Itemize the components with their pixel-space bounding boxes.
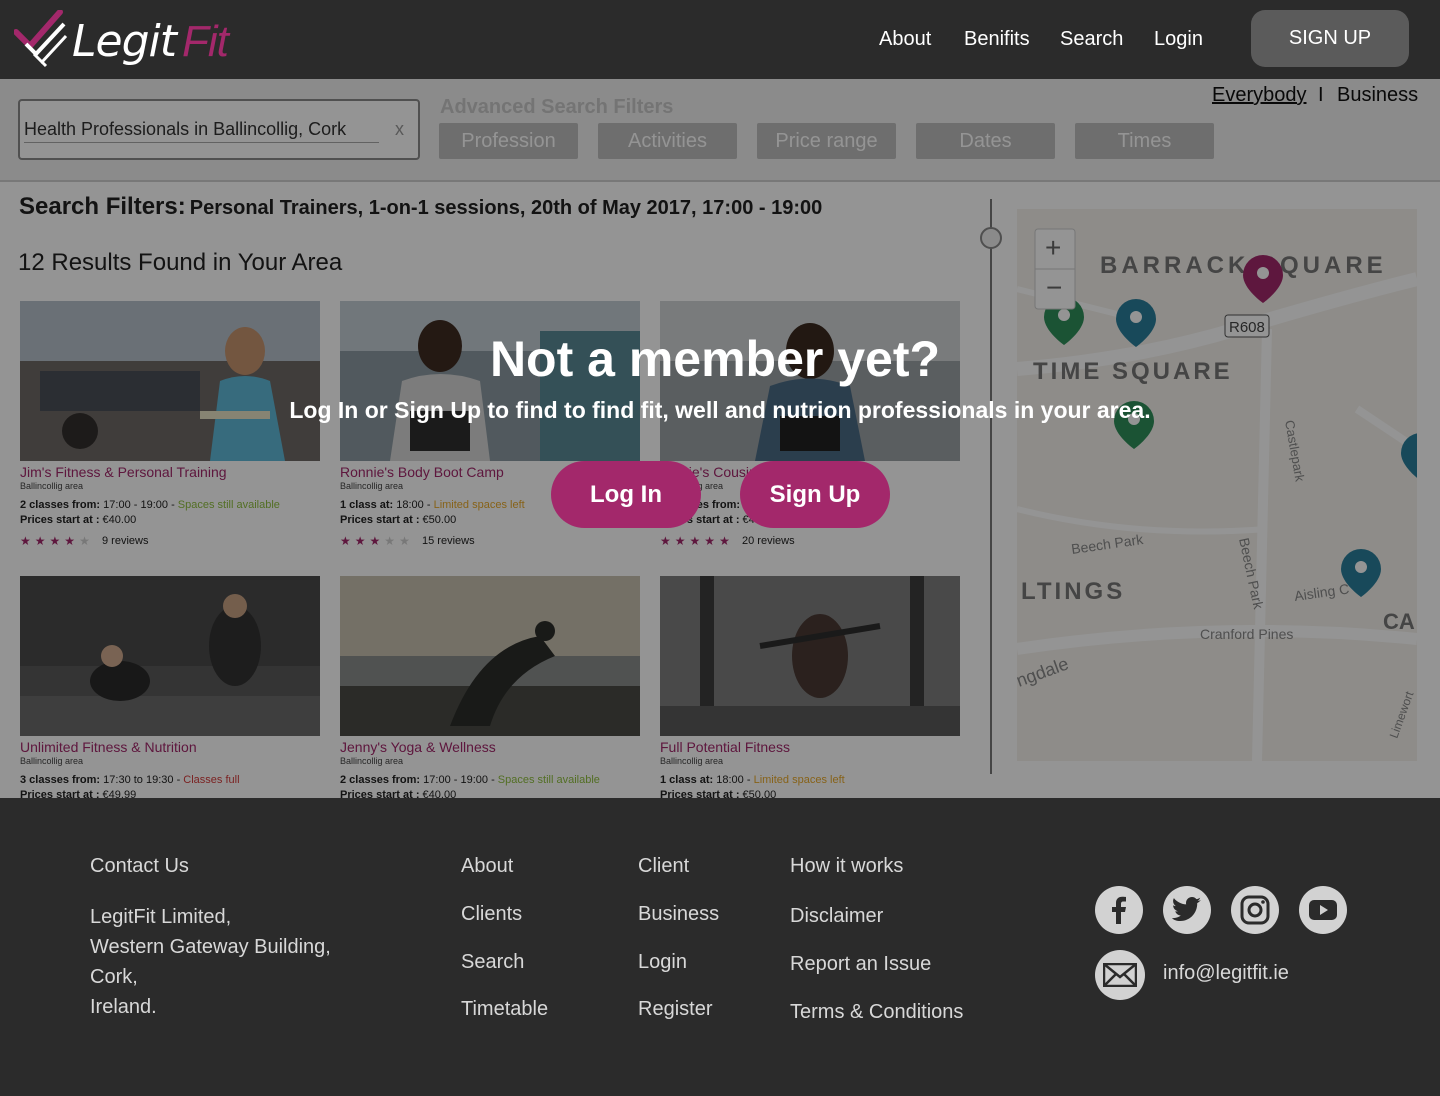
nav-login[interactable]: Login — [1154, 28, 1203, 51]
site-header: Legit Fit About Benifits Search Login SIG… — [0, 0, 1440, 79]
nav-benefits[interactable]: Benifits — [964, 28, 1030, 51]
footer-link-client[interactable]: Client — [638, 855, 689, 878]
logo-check-icon — [14, 10, 68, 68]
footer-link-how-it-works[interactable]: How it works — [790, 855, 903, 878]
nav-search[interactable]: Search — [1060, 28, 1123, 51]
site-footer: Contact Us LegitFit Limited, Western Gat… — [0, 798, 1440, 1096]
youtube-icon[interactable] — [1299, 886, 1347, 934]
footer-link-about[interactable]: About — [461, 855, 513, 878]
modal-login-button[interactable]: Log In — [551, 461, 701, 528]
footer-link-terms[interactable]: Terms & Conditions — [790, 1001, 963, 1024]
modal-subtitle: Log In or Sign Up to find to find fit, w… — [289, 397, 1151, 423]
footer-link-business[interactable]: Business — [638, 903, 719, 926]
footer-address-line: LegitFit Limited, — [90, 906, 232, 928]
main-content: x Advanced Search Filters Profession Act… — [0, 79, 1440, 798]
footer-link-report-issue[interactable]: Report an Issue — [790, 953, 931, 976]
footer-contact-title[interactable]: Contact Us — [90, 855, 189, 878]
footer-link-login[interactable]: Login — [638, 951, 687, 974]
mail-icon[interactable] — [1095, 950, 1145, 1000]
footer-address-line: Ireland. — [90, 996, 157, 1018]
footer-link-search[interactable]: Search — [461, 951, 524, 974]
footer-link-clients[interactable]: Clients — [461, 903, 522, 926]
facebook-icon[interactable] — [1095, 886, 1143, 934]
modal-backdrop[interactable] — [0, 79, 1440, 798]
nav-about[interactable]: About — [879, 28, 931, 51]
footer-email-link[interactable]: info@legitfit.ie — [1163, 962, 1289, 985]
footer-link-timetable[interactable]: Timetable — [461, 998, 548, 1021]
logo[interactable]: Legit Fit — [14, 10, 229, 70]
twitter-icon[interactable] — [1163, 886, 1211, 934]
modal-signup-button[interactable]: Sign Up — [740, 461, 890, 528]
instagram-icon[interactable] — [1231, 886, 1279, 934]
footer-address-line: Western Gateway Building, — [90, 936, 331, 958]
footer-link-register[interactable]: Register — [638, 998, 712, 1021]
footer-link-disclaimer[interactable]: Disclaimer — [790, 905, 883, 928]
modal-title: Not a member yet? — [489, 331, 941, 387]
logo-text: Legit Fit — [72, 16, 229, 67]
header-signup-button[interactable]: SIGN UP — [1251, 10, 1409, 67]
footer-address-line: Cork, — [90, 966, 138, 988]
